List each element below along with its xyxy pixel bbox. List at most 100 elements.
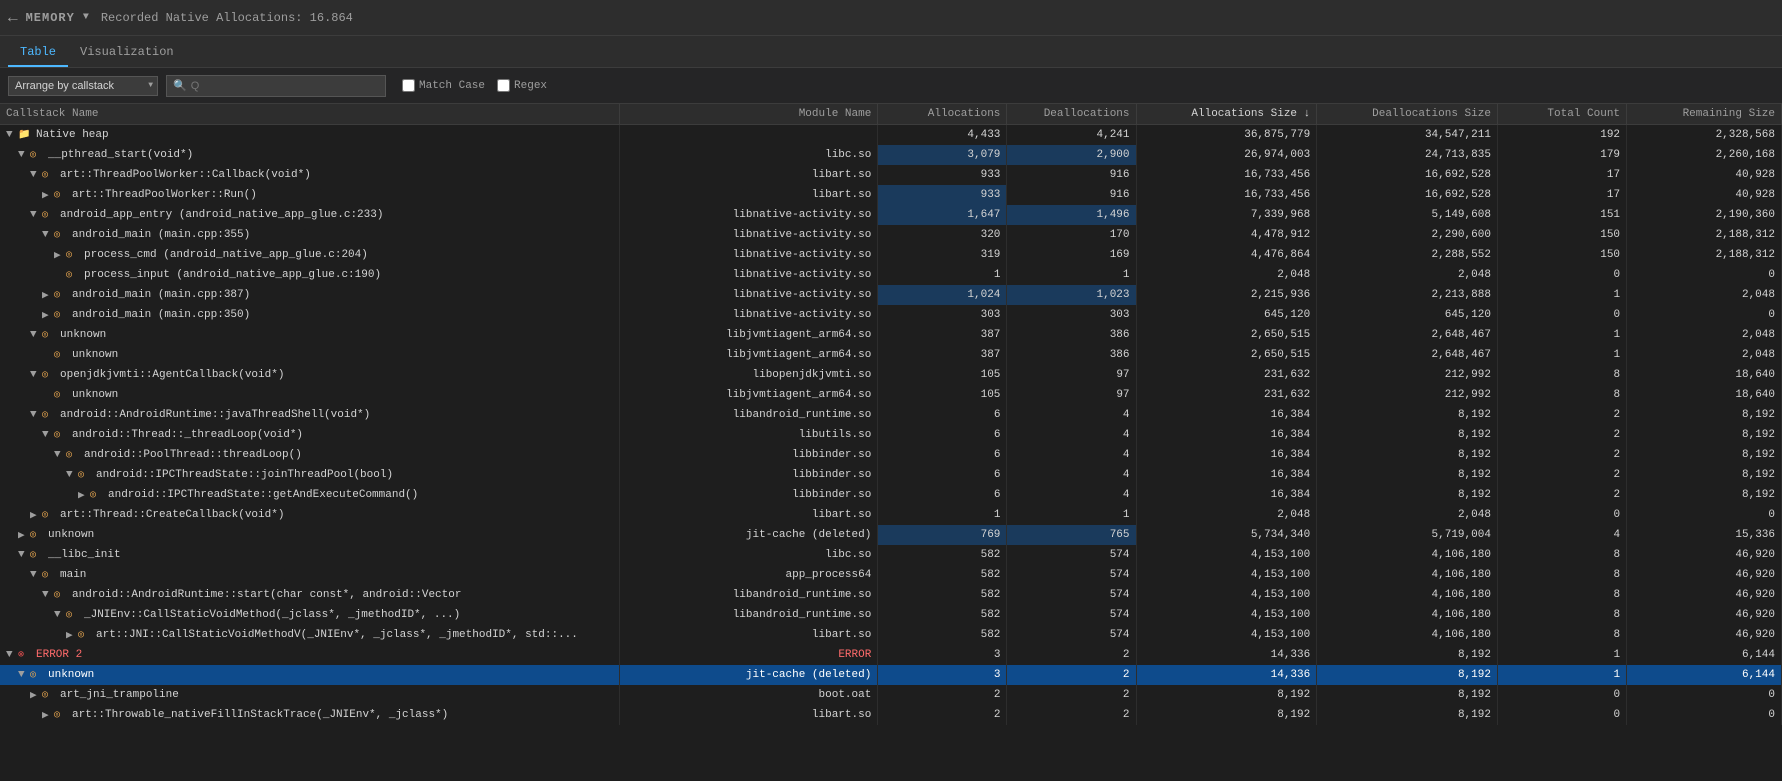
memory-dropdown-icon[interactable]: ▼ [83,12,89,23]
expand-icon[interactable]: ▼ [30,209,42,221]
module-cell: libart.so [620,625,878,645]
col-module[interactable]: Module Name [620,104,878,125]
expand-icon[interactable]: ▼ [18,669,30,681]
arrange-select-wrapper[interactable]: Arrange by callstack [8,76,158,96]
expand-icon[interactable]: ▶ [66,628,78,642]
table-row[interactable]: ▶ ◎ art_jni_trampoline boot.oat 2 2 8,19… [0,685,1782,705]
expand-icon[interactable]: ▶ [42,288,54,302]
allocations-cell: 105 [878,365,1007,385]
expand-icon[interactable]: ▼ [54,609,66,621]
alloc-size-cell: 5,734,340 [1136,525,1317,545]
table-row[interactable]: ▶ ◎ art::Throwable_nativeFillInStackTrac… [0,705,1782,725]
back-button[interactable]: ← [8,9,18,27]
remaining-size-cell: 2,188,312 [1627,225,1782,245]
expand-icon[interactable]: ▼ [66,469,78,481]
table-row[interactable]: ▶ ◎ android::IPCThreadState::getAndExecu… [0,485,1782,505]
table-row[interactable]: ▶ ◎ unknown jit-cache (deleted) 769 765 … [0,525,1782,545]
expand-icon[interactable]: ▼ [54,449,66,461]
remaining-size-cell: 2,048 [1627,285,1782,305]
dealloc-size-cell: 34,547,211 [1317,125,1498,145]
remaining-size-cell: 2,048 [1627,345,1782,365]
table-row[interactable]: ▼ ◎ android_app_entry (android_native_ap… [0,205,1782,225]
expand-icon[interactable]: ▶ [18,528,30,542]
module-cell: libnative-activity.so [620,305,878,325]
expand-icon[interactable]: ▼ [42,429,54,441]
table-row[interactable]: ▼ ◎ android::AndroidRuntime::start(char … [0,585,1782,605]
expand-icon[interactable]: ▼ [6,649,18,661]
table-row[interactable]: ▼ ◎ android::Thread::_threadLoop(void*) … [0,425,1782,445]
col-total-count[interactable]: Total Count [1497,104,1626,125]
table-row[interactable]: ▼ ◎ __libc_init libc.so 582 574 4,153,10… [0,545,1782,565]
callstack-cell: ▼ ◎ art::ThreadPoolWorker::Callback(void… [0,165,620,185]
col-deallocations[interactable]: Deallocations [1007,104,1136,125]
table-row[interactable]: ▼ ◎ android::PoolThread::threadLoop() li… [0,445,1782,465]
remaining-size-cell: 0 [1627,265,1782,285]
table-row[interactable]: ▼ ◎ _JNIEnv::CallStaticVoidMethod(_jclas… [0,605,1782,625]
search-box[interactable]: 🔍 [166,75,386,97]
callstack-cell: ▶ ◎ art::Thread::CreateCallback(void*) [0,505,620,525]
deallocations-cell: 916 [1007,185,1136,205]
col-dealloc-size[interactable]: Deallocations Size [1317,104,1498,125]
expand-icon[interactable]: ▼ [30,369,42,381]
table-row[interactable]: ▼ 📁 Native heap 4,433 4,241 36,875,779 3… [0,125,1782,145]
table-row[interactable]: ▼ ◎ main app_process64 582 574 4,153,100… [0,565,1782,585]
remaining-size-cell: 46,920 [1627,545,1782,565]
table-row[interactable]: ◎ process_input (android_native_app_glue… [0,265,1782,285]
regex-input[interactable] [497,79,510,92]
expand-icon[interactable]: ▼ [30,569,42,581]
table-row[interactable]: ▶ ◎ process_cmd (android_native_app_glue… [0,245,1782,265]
table-row[interactable]: ▼ ◎ unknown libjvmtiagent_arm64.so 387 3… [0,325,1782,345]
func-icon: ◎ [90,489,106,501]
func-name: unknown [72,349,118,361]
remaining-size-cell: 8,192 [1627,405,1782,425]
table-row[interactable]: ▼ ◎ android::AndroidRuntime::javaThreadS… [0,405,1782,425]
expand-icon[interactable]: ▶ [54,248,66,262]
tab-table[interactable]: Table [8,39,68,67]
table-row[interactable]: ▶ ◎ android_main (main.cpp:387) libnativ… [0,285,1782,305]
expand-icon[interactable]: ▼ [30,409,42,421]
match-case-checkbox[interactable]: Match Case [402,79,485,92]
expand-icon[interactable]: ▶ [42,188,54,202]
expand-icon[interactable]: ▶ [30,688,42,702]
deallocations-cell: 170 [1007,225,1136,245]
func-name: art::Thread::CreateCallback(void*) [60,509,284,521]
table-row[interactable]: ▼ ◎ android_main (main.cpp:355) libnativ… [0,225,1782,245]
table-row[interactable]: ◎ unknown libjvmtiagent_arm64.so 387 386… [0,345,1782,365]
expand-icon[interactable]: ▶ [30,508,42,522]
table-row[interactable]: ▼ ⊗ ERROR 2 ERROR 3 2 14,336 8,192 1 6,1… [0,645,1782,665]
table-row[interactable]: ▶ ◎ art::ThreadPoolWorker::Run() libart.… [0,185,1782,205]
search-input[interactable] [191,80,371,92]
table-row[interactable]: ▼ ◎ art::ThreadPoolWorker::Callback(void… [0,165,1782,185]
tab-visualization[interactable]: Visualization [68,39,186,67]
expand-icon[interactable]: ▶ [42,708,54,722]
expand-icon[interactable]: ▼ [30,169,42,181]
col-callstack[interactable]: Callstack Name [0,104,620,125]
allocations-cell: 3 [878,665,1007,685]
expand-icon[interactable]: ▼ [42,589,54,601]
func-icon: ◎ [54,349,70,361]
callstack-cell: ▶ ◎ art::Throwable_nativeFillInStackTrac… [0,705,620,725]
expand-icon[interactable]: ▶ [78,488,90,502]
expand-icon[interactable]: ▼ [18,549,30,561]
table-row[interactable]: ▶ ◎ art::JNI::CallStaticVoidMethodV(_JNI… [0,625,1782,645]
col-remaining-size[interactable]: Remaining Size [1627,104,1782,125]
deallocations-cell: 4 [1007,485,1136,505]
table-row[interactable]: ▼ ◎ __pthread_start(void*) libc.so 3,079… [0,145,1782,165]
expand-icon[interactable]: ▼ [6,129,18,141]
expand-icon[interactable]: ▼ [18,149,30,161]
col-alloc-size[interactable]: Allocations Size ↓ [1136,104,1317,125]
table-row[interactable]: ◎ unknown libjvmtiagent_arm64.so 105 97 … [0,385,1782,405]
table-row[interactable]: ▼ ◎ android::IPCThreadState::joinThreadP… [0,465,1782,485]
col-allocations[interactable]: Allocations [878,104,1007,125]
expand-icon[interactable]: ▼ [30,329,42,341]
table-row[interactable]: ▼ ◎ openjdkjvmti::AgentCallback(void*) l… [0,365,1782,385]
expand-icon[interactable]: ▶ [42,308,54,322]
arrange-select[interactable]: Arrange by callstack [8,76,158,96]
regex-checkbox[interactable]: Regex [497,79,547,92]
table-row[interactable]: ▶ ◎ art::Thread::CreateCallback(void*) l… [0,505,1782,525]
func-icon: ◎ [30,149,46,161]
match-case-input[interactable] [402,79,415,92]
expand-icon[interactable]: ▼ [42,229,54,241]
table-row[interactable]: ▼ ◎ unknown jit-cache (deleted) 3 2 14,3… [0,665,1782,685]
table-row[interactable]: ▶ ◎ android_main (main.cpp:350) libnativ… [0,305,1782,325]
